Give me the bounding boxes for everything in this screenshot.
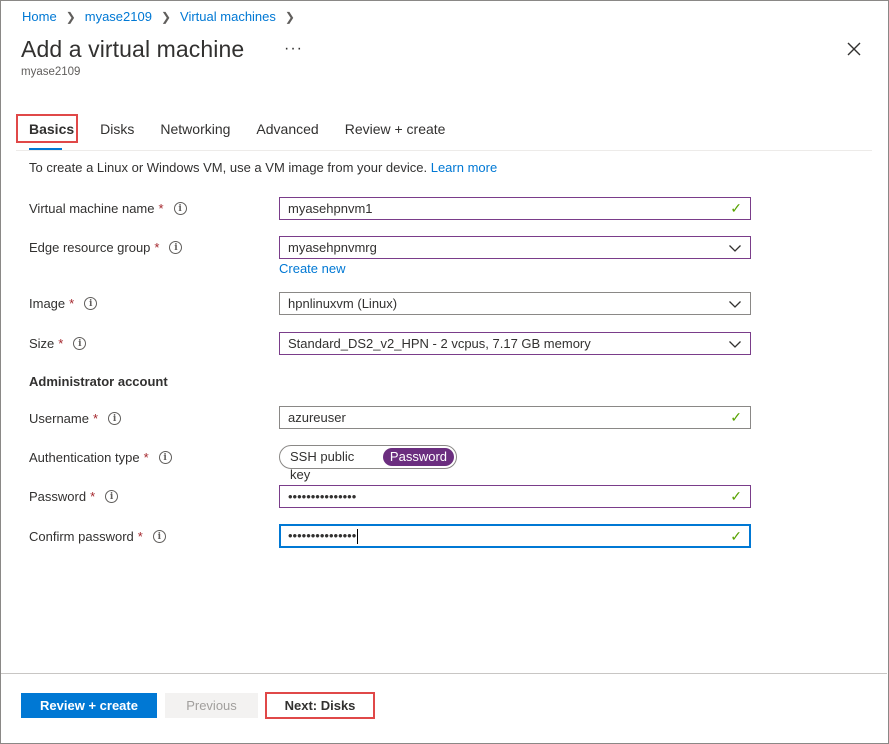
required-marker: * bbox=[92, 411, 99, 426]
breadcrumb: Home ❯ myase2109 ❯ Virtual machines ❯ bbox=[22, 9, 304, 24]
size-label: Size * i bbox=[29, 336, 87, 351]
blade-frame bbox=[0, 0, 889, 744]
info-icon[interactable]: i bbox=[173, 202, 187, 215]
tab-highlight-box bbox=[16, 114, 78, 143]
auth-option-password[interactable]: Password bbox=[382, 448, 454, 466]
info-icon[interactable]: i bbox=[158, 451, 172, 464]
breadcrumb-virtual-machines[interactable]: Virtual machines bbox=[180, 9, 276, 24]
chevron-down-icon bbox=[729, 300, 741, 308]
info-icon[interactable]: i bbox=[152, 530, 166, 543]
required-marker: * bbox=[137, 529, 143, 544]
info-icon[interactable]: i bbox=[73, 337, 87, 350]
password-label-text: Password bbox=[29, 489, 87, 504]
next-disks-button[interactable]: Next: Disks bbox=[265, 692, 375, 719]
required-marker: * bbox=[154, 240, 160, 255]
confirm-password-value-wrap: ••••••••••••••• bbox=[288, 527, 730, 545]
image-label-text: Image bbox=[29, 296, 66, 311]
chevron-down-icon bbox=[729, 340, 741, 348]
breadcrumb-home[interactable]: Home bbox=[22, 9, 57, 24]
tab-advanced[interactable]: Advanced bbox=[256, 116, 318, 146]
page-subtitle: myase2109 bbox=[21, 66, 81, 78]
edge-rg-label: Edge resource group * i bbox=[29, 240, 183, 255]
chevron-right-icon: ❯ bbox=[160, 9, 172, 24]
auth-type-label-text: Authentication type bbox=[29, 450, 140, 465]
chevron-down-icon bbox=[729, 244, 741, 252]
required-marker: * bbox=[143, 450, 149, 465]
image-label: Image * i bbox=[29, 296, 98, 311]
size-value: Standard_DS2_v2_HPN - 2 vcpus, 7.17 GB m… bbox=[288, 336, 591, 351]
vm-name-label-text: Virtual machine name bbox=[29, 201, 155, 216]
intro-sentence: To create a Linux or Windows VM, use a V… bbox=[29, 160, 431, 175]
confirm-password-label-text: Confirm password bbox=[29, 529, 134, 544]
tab-bar: Basics Disks Networking Advanced Review … bbox=[16, 116, 471, 150]
review-create-button[interactable]: Review + create bbox=[21, 693, 157, 718]
required-marker: * bbox=[158, 201, 164, 216]
auth-option-ssh[interactable]: SSH public key bbox=[282, 448, 383, 482]
page-title: Add a virtual machine bbox=[21, 36, 245, 62]
vm-name-input[interactable]: myasehpnvm1 ✓ bbox=[279, 197, 751, 220]
username-label-text: Username bbox=[29, 411, 89, 426]
administrator-account-heading: Administrator account bbox=[29, 374, 168, 389]
tab-networking[interactable]: Networking bbox=[160, 116, 230, 146]
size-label-text: Size bbox=[29, 336, 55, 351]
info-icon[interactable]: i bbox=[108, 412, 122, 425]
tab-divider bbox=[16, 150, 872, 151]
auth-type-toggle: SSH public key Password bbox=[279, 445, 457, 482]
image-dropdown[interactable]: hpnlinuxvm (Linux) bbox=[279, 292, 751, 315]
create-new-link[interactable]: Create new bbox=[279, 261, 345, 276]
chevron-right-icon: ❯ bbox=[284, 9, 295, 24]
checkmark-icon: ✓ bbox=[730, 200, 742, 216]
info-icon[interactable]: i bbox=[84, 297, 98, 310]
text-cursor bbox=[357, 529, 359, 545]
edge-rg-dropdown[interactable]: myasehpnvmrg bbox=[279, 236, 751, 259]
info-icon[interactable]: i bbox=[169, 241, 183, 254]
size-dropdown[interactable]: Standard_DS2_v2_HPN - 2 vcpus, 7.17 GB m… bbox=[279, 332, 751, 355]
username-label: Username * i bbox=[29, 411, 122, 426]
chevron-right-icon: ❯ bbox=[65, 9, 76, 24]
more-options-icon[interactable]: ··· bbox=[284, 40, 303, 58]
checkmark-icon: ✓ bbox=[730, 488, 742, 504]
breadcrumb-resource[interactable]: myase2109 bbox=[85, 9, 152, 24]
edge-rg-label-text: Edge resource group bbox=[29, 240, 151, 255]
password-input[interactable]: ••••••••••••••• ✓ bbox=[279, 485, 751, 508]
auth-type-label: Authentication type * i bbox=[29, 450, 172, 465]
tab-disks[interactable]: Disks bbox=[100, 116, 134, 146]
info-icon[interactable]: i bbox=[105, 490, 119, 503]
required-marker: * bbox=[69, 296, 75, 311]
footer-divider bbox=[1, 673, 887, 674]
confirm-password-value: ••••••••••••••• bbox=[288, 527, 357, 543]
tab-review-create[interactable]: Review + create bbox=[345, 116, 446, 146]
learn-more-link[interactable]: Learn more bbox=[431, 160, 497, 175]
required-marker: * bbox=[90, 489, 96, 504]
vm-name-label: Virtual machine name * i bbox=[29, 201, 187, 216]
username-value: azureuser bbox=[288, 410, 346, 425]
checkmark-icon: ✓ bbox=[730, 409, 742, 425]
password-label: Password * i bbox=[29, 489, 119, 504]
image-value: hpnlinuxvm (Linux) bbox=[288, 296, 398, 311]
intro-text: To create a Linux or Windows VM, use a V… bbox=[29, 160, 497, 175]
username-input[interactable]: azureuser ✓ bbox=[279, 406, 751, 429]
checkmark-icon: ✓ bbox=[730, 527, 742, 544]
previous-button[interactable]: Previous bbox=[165, 693, 258, 718]
close-icon[interactable] bbox=[843, 38, 865, 60]
required-marker: * bbox=[58, 336, 64, 351]
vm-name-value: myasehpnvm1 bbox=[288, 201, 373, 216]
confirm-password-label: Confirm password * i bbox=[29, 529, 166, 544]
password-value: ••••••••••••••• bbox=[288, 489, 357, 504]
edge-rg-value: myasehpnvmrg bbox=[288, 240, 377, 255]
confirm-password-input[interactable]: ••••••••••••••• ✓ bbox=[279, 524, 751, 548]
